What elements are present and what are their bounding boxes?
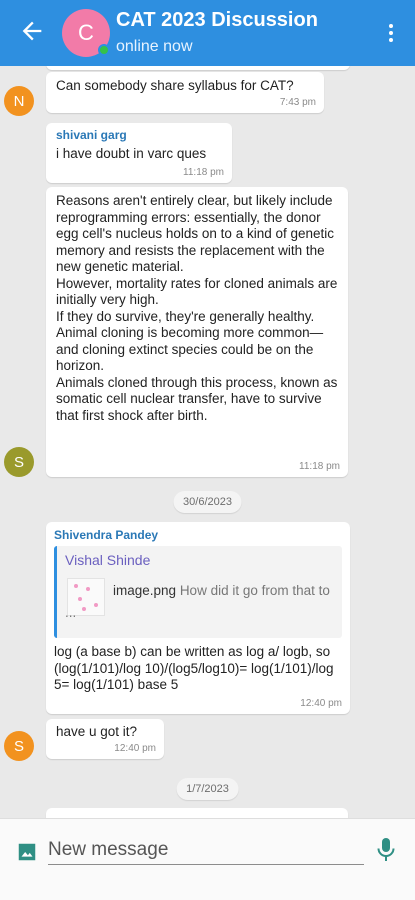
sender-avatar[interactable]: S xyxy=(4,731,34,761)
quoted-preview: image.png How did it go from that to ... xyxy=(65,583,330,620)
quoted-sender-name: Vishal Shinde xyxy=(65,552,151,568)
message-time: 12:40 pm xyxy=(300,698,342,709)
message-bubble[interactable]: Reasons aren't entirely clear, but likel… xyxy=(46,187,348,477)
sender-avatar[interactable]: N xyxy=(4,86,34,116)
sender-name: Shivendra Pandey xyxy=(54,528,159,542)
message-time: 7:43 pm xyxy=(279,97,316,108)
microphone-icon[interactable] xyxy=(376,837,396,863)
message-bubble-partial[interactable] xyxy=(46,66,350,70)
sender-name: shivani garg xyxy=(56,128,127,142)
message-text: Reasons aren't entirely clear, but likel… xyxy=(56,193,338,423)
back-arrow-icon[interactable] xyxy=(18,17,46,45)
message-input[interactable] xyxy=(48,835,364,865)
group-avatar-letter: C xyxy=(78,20,94,45)
message-text: have u got it? xyxy=(56,724,138,739)
image-attach-icon[interactable] xyxy=(16,841,38,863)
message-bubble[interactable]: have u got it? 12:40 pm xyxy=(46,719,164,759)
message-bubble[interactable]: Shivendra Pandey Vishal Shinde image.png… xyxy=(46,522,350,714)
message-bubble-partial[interactable] xyxy=(46,808,348,818)
chat-header: C CAT 2023 Discussion online now xyxy=(0,0,415,66)
message-text: log (a base b) can be written as log a/ … xyxy=(54,644,334,692)
chat-status: online now xyxy=(116,38,193,55)
message-text: Can somebody share syllabus for CAT? xyxy=(56,78,294,93)
more-options-icon[interactable] xyxy=(379,20,403,46)
online-indicator xyxy=(98,44,110,56)
date-separator: 30/6/2023 xyxy=(173,491,242,513)
message-bubble[interactable]: Can somebody share syllabus for CAT? 7:4… xyxy=(46,72,324,113)
sender-avatar[interactable]: S xyxy=(4,447,34,477)
date-separator: 1/7/2023 xyxy=(176,778,239,800)
message-bubble[interactable]: shivani garg i have doubt in varc ques 1… xyxy=(46,123,232,183)
message-time: 11:18 pm xyxy=(183,167,224,178)
message-list[interactable]: N Can somebody share syllabus for CAT? 7… xyxy=(0,66,415,818)
message-time: 11:18 pm xyxy=(299,461,340,472)
quoted-reply[interactable]: Vishal Shinde image.png How did it go fr… xyxy=(54,546,342,638)
message-text: i have doubt in varc ques xyxy=(56,146,207,161)
message-time: 12:40 pm xyxy=(114,743,156,754)
message-composer xyxy=(0,818,415,900)
chat-title[interactable]: CAT 2023 Discussion xyxy=(116,9,318,32)
